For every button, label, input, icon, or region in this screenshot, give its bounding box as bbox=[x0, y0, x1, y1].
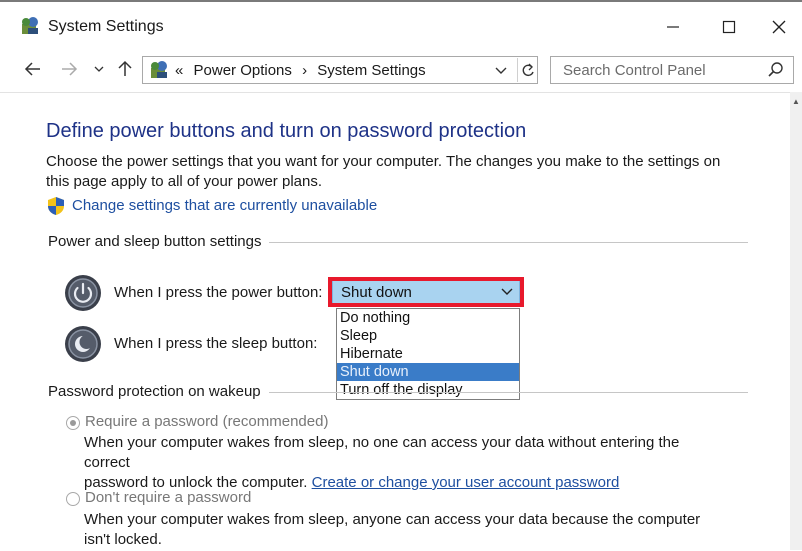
breadcrumb: « Power Options › System Settings bbox=[175, 62, 426, 79]
uac-shield-icon bbox=[48, 197, 64, 215]
require-description-line-1: When your computer wakes from sleep, no … bbox=[84, 434, 680, 471]
control-panel-icon bbox=[22, 17, 38, 34]
maximize-icon bbox=[722, 20, 736, 34]
power-section-label: Power and sleep button settings bbox=[48, 233, 270, 250]
recent-pages-button[interactable] bbox=[88, 56, 110, 82]
dropdown-options-list[interactable]: Do nothing Sleep Hibernate Shut down Tur… bbox=[336, 308, 520, 400]
dont-require-password-radio[interactable] bbox=[66, 492, 80, 506]
require-password-description: When your computer wakes from sleep, no … bbox=[84, 433, 724, 493]
power-button-icon bbox=[65, 275, 101, 311]
close-button[interactable] bbox=[756, 10, 802, 44]
breadcrumb-separator: › bbox=[302, 62, 308, 79]
require-password-label: Require a password (recommended) bbox=[85, 413, 329, 430]
maximize-button[interactable] bbox=[706, 10, 752, 44]
option-hibernate[interactable]: Hibernate bbox=[337, 345, 519, 363]
dont-require-password-label: Don't require a password bbox=[85, 489, 252, 506]
require-password-radio[interactable] bbox=[66, 416, 80, 430]
back-arrow-icon bbox=[24, 62, 40, 76]
refresh-button[interactable] bbox=[517, 58, 538, 82]
change-settings-link[interactable]: Change settings that are currently unava… bbox=[72, 197, 377, 214]
page-description: Choose the power settings that you want … bbox=[46, 153, 721, 190]
minimize-button[interactable] bbox=[650, 10, 696, 44]
dont-require-password-description: When your computer wakes from sleep, any… bbox=[84, 511, 701, 548]
scroll-up-icon[interactable]: ▲ bbox=[792, 97, 800, 106]
password-section-label: Password protection on wakeup bbox=[48, 383, 269, 400]
power-button-label: When I press the power button: bbox=[114, 284, 323, 301]
page-title: Define power buttons and turn on passwor… bbox=[46, 120, 527, 142]
forward-button[interactable] bbox=[58, 56, 80, 82]
search-input-placeholder: Search Control Panel bbox=[563, 62, 706, 79]
search-field[interactable]: Search Control Panel bbox=[550, 56, 794, 84]
option-shut-down[interactable]: Shut down bbox=[337, 363, 519, 381]
window-title: System Settings bbox=[48, 18, 164, 35]
option-do-nothing[interactable]: Do nothing bbox=[337, 309, 519, 327]
address-bar[interactable]: « Power Options › System Settings bbox=[142, 56, 538, 84]
up-arrow-icon bbox=[118, 60, 132, 76]
breadcrumb-overflow[interactable]: « bbox=[175, 62, 183, 79]
up-button[interactable] bbox=[114, 56, 136, 82]
control-panel-icon bbox=[151, 61, 167, 78]
highlight-annotation bbox=[328, 277, 524, 307]
chevron-down-icon bbox=[495, 67, 507, 74]
option-turn-off-display[interactable]: Turn off the display bbox=[337, 381, 519, 399]
breadcrumb-system-settings[interactable]: System Settings bbox=[317, 62, 425, 79]
back-button[interactable] bbox=[22, 56, 44, 82]
breadcrumb-power-options[interactable]: Power Options bbox=[194, 62, 292, 79]
close-icon bbox=[772, 20, 786, 34]
refresh-icon bbox=[522, 63, 534, 77]
chevron-down-icon bbox=[94, 66, 104, 72]
forward-arrow-icon bbox=[62, 62, 78, 76]
minimize-icon bbox=[667, 26, 679, 28]
vertical-scrollbar[interactable] bbox=[790, 92, 802, 550]
address-dropdown-button[interactable] bbox=[495, 60, 507, 83]
sleep-button-label: When I press the sleep button: bbox=[114, 335, 318, 352]
create-password-link[interactable]: Create or change your user account passw… bbox=[312, 474, 620, 491]
sleep-button-icon bbox=[65, 326, 101, 362]
search-icon bbox=[768, 62, 783, 77]
option-sleep[interactable]: Sleep bbox=[337, 327, 519, 345]
